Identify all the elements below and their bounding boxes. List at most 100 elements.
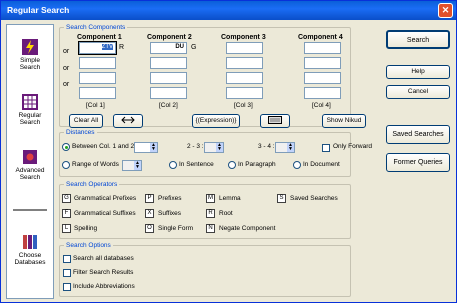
show-nikud-button[interactable]: Show Nikud	[322, 114, 366, 128]
only-forward-checkbox[interactable]	[322, 144, 330, 152]
component-3-field-1[interactable]	[226, 42, 263, 54]
component-1-operator-letter: R	[119, 44, 125, 51]
operator-key-n[interactable]: N	[206, 224, 215, 233]
component-4-header: Component 4	[298, 34, 343, 41]
help-button[interactable]: Help	[386, 65, 450, 79]
operator-label: Suffixes	[158, 210, 182, 217]
sidebar-item-advanced-search[interactable]: Advanced Search	[7, 149, 53, 181]
component-2-field-4[interactable]	[150, 87, 187, 99]
operator-key-o[interactable]: O	[145, 224, 154, 233]
expression-button[interactable]: {(Expression)}	[192, 114, 240, 128]
operator-key-g[interactable]: G	[62, 194, 71, 203]
col-1-label: [Col 1]	[86, 102, 105, 109]
operator-label: Grammatical Suffixes	[74, 210, 136, 217]
search-all-databases-checkbox[interactable]	[63, 255, 71, 263]
regular-search-window: Regular Search ✕ Simple Search Regular S…	[0, 0, 457, 303]
distance-2-3-spinner[interactable]: ▲ ▼	[204, 142, 224, 153]
component-2-field-3[interactable]	[150, 72, 187, 84]
sidebar-label-line2: Search	[19, 174, 41, 181]
col-2-label: [Col 2]	[159, 102, 178, 109]
clear-all-button[interactable]: Clear All	[69, 114, 103, 128]
arrows-icon	[121, 116, 135, 124]
operator-key-m[interactable]: M	[206, 194, 215, 203]
operator-key-l[interactable]: L	[62, 224, 71, 233]
operator-key-r[interactable]: R	[206, 209, 215, 218]
filter-results-checkbox[interactable]	[63, 269, 71, 277]
grid-icon	[22, 94, 38, 110]
spin-arrows-icon[interactable]: ▲ ▼	[216, 143, 223, 152]
in-document-radio[interactable]	[293, 161, 301, 169]
book-icon	[23, 150, 37, 164]
or-label: or	[63, 81, 70, 88]
group-title: Search Operators	[64, 180, 120, 189]
component-4-field-2[interactable]	[304, 57, 341, 69]
sidebar-label-line2: Search	[19, 119, 41, 126]
between-distance-spinner[interactable]: ▲ ▼	[134, 142, 158, 153]
books-icon	[23, 235, 37, 249]
in-sentence-radio[interactable]	[169, 161, 177, 169]
sidebar-label-line1: Advanced	[15, 167, 45, 174]
component-3-header: Component 3	[221, 34, 266, 41]
component-3-field-3[interactable]	[226, 72, 263, 84]
sidebar-item-choose-databases[interactable]: Choose Databases	[7, 234, 53, 266]
close-button[interactable]: ✕	[438, 3, 453, 18]
in-paragraph-label: In Paragraph	[238, 161, 276, 168]
former-queries-button[interactable]: Former Queries	[386, 153, 450, 172]
keyboard-button[interactable]	[260, 114, 290, 128]
range-of-words-label: Range of Words	[72, 161, 119, 168]
keyboard-icon	[268, 116, 282, 125]
operator-key-s[interactable]: S	[277, 194, 286, 203]
proximity-button[interactable]	[113, 114, 143, 128]
component-3-field-2[interactable]	[226, 57, 263, 69]
operator-label: Root	[219, 210, 233, 217]
operator-label: Grammatical Prefixes	[74, 195, 137, 202]
component-1-field-1[interactable]: ZTV	[78, 41, 117, 55]
operator-key-x[interactable]: X	[145, 209, 154, 218]
operator-label: Single Form	[158, 225, 194, 232]
component-1-value: ZTV	[101, 44, 113, 50]
component-4-field-4[interactable]	[304, 87, 341, 99]
range-of-words-spinner[interactable]: ▲ ▼	[122, 160, 142, 171]
sidebar-label-line2: Search	[19, 64, 41, 71]
component-2-value: DU	[175, 44, 184, 50]
operator-label: Negate Component	[219, 225, 276, 232]
include-abbreviations-checkbox[interactable]	[63, 283, 71, 291]
component-3-field-4[interactable]	[226, 87, 263, 99]
spin-arrows-icon[interactable]: ▲ ▼	[287, 143, 294, 152]
component-1-field-4[interactable]	[79, 87, 116, 99]
group-title: Distances	[64, 128, 97, 137]
component-4-field-1[interactable]	[304, 42, 341, 54]
sidebar-label-line2: Databases	[14, 259, 46, 266]
search-all-databases-label: Search all databases	[73, 255, 134, 262]
in-paragraph-radio[interactable]	[228, 161, 236, 169]
sidebar-item-simple-search[interactable]: Simple Search	[7, 39, 53, 71]
between-radio[interactable]	[62, 143, 70, 151]
operator-label: Prefixes	[158, 195, 182, 202]
or-label: or	[63, 48, 70, 55]
component-1-header: Component 1	[77, 34, 122, 41]
group-title: Search Components	[64, 23, 128, 32]
filter-results-label: Filter Search Results	[73, 269, 134, 276]
saved-searches-button[interactable]: Saved Searches	[386, 125, 450, 144]
range-of-words-radio[interactable]	[62, 161, 70, 169]
search-button[interactable]: Search	[386, 30, 450, 49]
sidebar-item-regular-search[interactable]: Regular Search	[7, 94, 53, 126]
or-label: or	[63, 65, 70, 72]
component-1-field-2[interactable]	[79, 57, 116, 69]
operator-key-p[interactable]: P	[145, 194, 154, 203]
operator-key-f[interactable]: F	[62, 209, 71, 218]
in-document-label: In Document	[303, 161, 340, 168]
spin-arrows-icon[interactable]: ▲ ▼	[150, 143, 157, 152]
include-abbreviations-label: Include Abbreviations	[73, 283, 135, 290]
component-1-field-3[interactable]	[79, 72, 116, 84]
component-2-field-2[interactable]	[150, 57, 187, 69]
window-title: Regular Search	[7, 5, 70, 15]
distance-2-3-label: 2 - 3 :	[187, 143, 204, 150]
cancel-button[interactable]: Cancel	[386, 85, 450, 99]
distance-3-4-label: 3 - 4 :	[258, 143, 275, 150]
operator-label: Lemma	[219, 195, 241, 202]
component-2-field-1[interactable]: DU	[150, 42, 187, 54]
spin-arrows-icon[interactable]: ▲ ▼	[134, 161, 141, 170]
component-4-field-3[interactable]	[304, 72, 341, 84]
distance-3-4-spinner[interactable]: ▲ ▼	[275, 142, 295, 153]
